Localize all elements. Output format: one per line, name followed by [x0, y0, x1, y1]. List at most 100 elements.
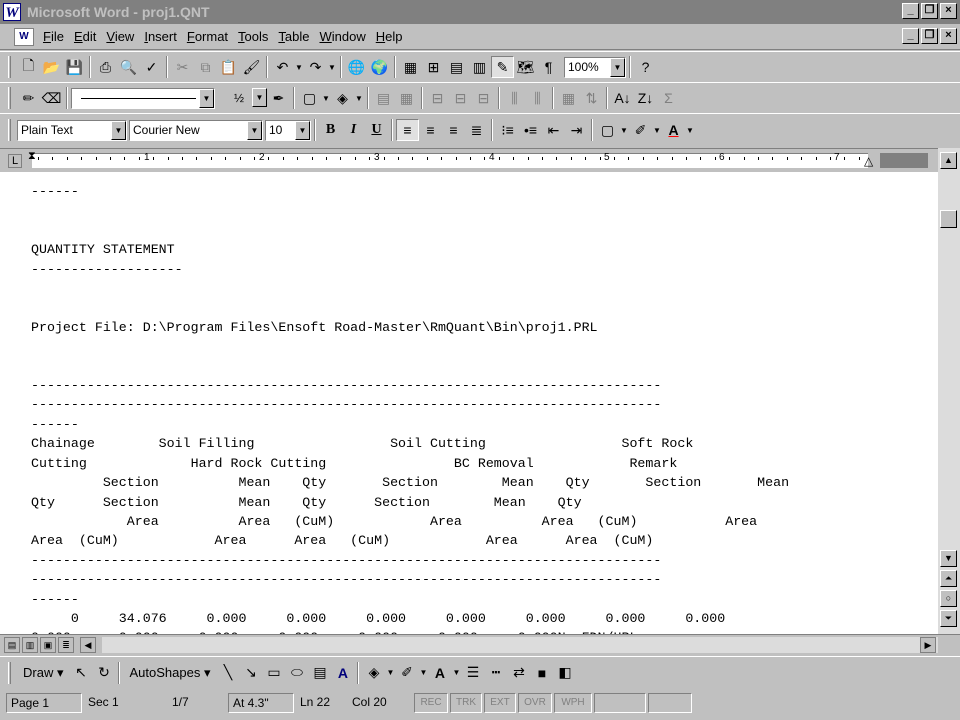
web-layout-icon[interactable]: ▥: [22, 637, 38, 653]
redo-icon[interactable]: ↷: [304, 56, 327, 78]
select-browse-object-icon[interactable]: ○: [940, 590, 957, 607]
spelling-icon[interactable]: ✓: [140, 56, 163, 78]
menu-view[interactable]: View: [101, 29, 139, 44]
free-rotate-icon[interactable]: ↻: [92, 662, 115, 684]
distribute-columns-icon[interactable]: ⫼: [526, 87, 549, 109]
fill-color-icon[interactable]: ◈: [362, 662, 385, 684]
border-color-icon[interactable]: ✒: [267, 87, 290, 109]
draw-table-icon[interactable]: ✏: [17, 87, 40, 109]
chevron-down-icon[interactable]: ▼: [295, 120, 310, 140]
chevron-down-icon[interactable]: ▼: [451, 662, 461, 684]
bold-button[interactable]: B: [319, 119, 342, 141]
font-select[interactable]: Courier New ▼: [129, 119, 263, 141]
align-top-icon[interactable]: ⊟: [449, 87, 472, 109]
hyperlink-icon[interactable]: 🌐: [345, 56, 368, 78]
status-rec[interactable]: REC: [414, 693, 448, 713]
format-painter-icon[interactable]: 🖌: [240, 56, 263, 78]
status-ovr[interactable]: OVR: [518, 693, 552, 713]
vertical-scrollbar[interactable]: ▲ ▼ ⏶ ○ ⏷: [938, 148, 960, 634]
previous-page-icon[interactable]: ⏶: [940, 570, 957, 587]
tab-selector-icon[interactable]: L: [8, 154, 22, 168]
paste-icon[interactable]: 📋: [217, 56, 240, 78]
scroll-left-icon[interactable]: ◀: [80, 637, 96, 653]
chevron-down-icon[interactable]: ▼: [252, 87, 267, 107]
print-layout-icon[interactable]: ▣: [40, 637, 56, 653]
word-app-icon[interactable]: W: [3, 3, 21, 21]
menu-format[interactable]: Format: [182, 29, 233, 44]
sort-ascending-icon[interactable]: A↓: [611, 87, 634, 109]
font-color-icon[interactable]: A: [662, 119, 685, 141]
outline-view-icon[interactable]: ≣: [58, 637, 74, 653]
save-icon[interactable]: 💾: [63, 56, 86, 78]
line-style-icon[interactable]: ☰: [461, 662, 484, 684]
minimize-button[interactable]: _: [902, 3, 919, 19]
highlight-icon[interactable]: ✐: [629, 119, 652, 141]
cut-icon[interactable]: ✂: [171, 56, 194, 78]
columns-icon[interactable]: ▥: [468, 56, 491, 78]
menu-window[interactable]: Window: [314, 29, 370, 44]
insert-table-icon[interactable]: ⊞: [422, 56, 445, 78]
distribute-rows-icon[interactable]: ⫼: [503, 87, 526, 109]
status-trk[interactable]: TRK: [450, 693, 482, 713]
style-select[interactable]: Plain Text ▼: [17, 119, 127, 141]
scroll-right-icon[interactable]: ▶: [920, 637, 936, 653]
eraser-icon[interactable]: ⌫: [40, 87, 63, 109]
increase-indent-icon[interactable]: ⇥: [565, 119, 588, 141]
align-left-icon[interactable]: ≡: [396, 119, 419, 141]
font-color-icon[interactable]: A: [428, 662, 451, 684]
document-area[interactable]: ------ QUANTITY STATEMENT --------------…: [0, 172, 938, 634]
insert-table-icon[interactable]: ▤: [372, 87, 395, 109]
first-line-indent-icon[interactable]: ⧗: [28, 150, 36, 163]
scroll-down-icon[interactable]: ▼: [940, 550, 957, 567]
autoshapes-menu-button[interactable]: AutoShapes ▾: [123, 665, 216, 681]
menu-help[interactable]: Help: [371, 29, 408, 44]
drawing-icon[interactable]: ✎: [491, 56, 514, 78]
shadow-icon[interactable]: ■: [530, 662, 553, 684]
3d-icon[interactable]: ◧: [553, 662, 576, 684]
chevron-down-icon[interactable]: ▼: [610, 57, 625, 77]
sort-descending-icon[interactable]: Z↓: [634, 87, 657, 109]
toolbar-grip[interactable]: [8, 56, 11, 78]
decrease-indent-icon[interactable]: ⇤: [542, 119, 565, 141]
document-icon[interactable]: W: [14, 27, 34, 46]
horizontal-ruler[interactable]: L ⧗ 1 2 3 4 5 6 7 △: [0, 148, 938, 172]
chevron-down-icon[interactable]: ▼: [652, 119, 662, 141]
line-color-icon[interactable]: ✐: [395, 662, 418, 684]
wordart-icon[interactable]: A: [331, 662, 354, 684]
web-toolbar-icon[interactable]: 🌍: [368, 56, 391, 78]
justify-icon[interactable]: ≣: [465, 119, 488, 141]
line-style-select[interactable]: ▼: [71, 87, 215, 109]
print-icon[interactable]: ⎙: [94, 56, 117, 78]
next-page-icon[interactable]: ⏷: [940, 610, 957, 627]
draw-menu-button[interactable]: Draw ▾: [17, 665, 69, 681]
restore-button[interactable]: ❐: [921, 3, 938, 19]
align-center-icon[interactable]: ≡: [419, 119, 442, 141]
menu-table[interactable]: Table: [273, 29, 314, 44]
toolbar-grip[interactable]: [8, 87, 11, 109]
chevron-down-icon[interactable]: ▼: [354, 87, 364, 109]
chevron-down-icon[interactable]: ▼: [199, 88, 214, 108]
zoom-select[interactable]: 100% ▼: [564, 56, 626, 78]
insert-excel-icon[interactable]: ▤: [445, 56, 468, 78]
toolbar-grip[interactable]: [8, 119, 11, 141]
italic-button[interactable]: I: [342, 119, 365, 141]
numbering-icon[interactable]: ⁝≡: [496, 119, 519, 141]
scroll-up-icon[interactable]: ▲: [940, 152, 957, 169]
chevron-down-icon[interactable]: ▼: [619, 119, 629, 141]
autosum-icon[interactable]: Σ: [657, 87, 680, 109]
merge-cells-icon[interactable]: ▦: [395, 87, 418, 109]
show-hide-icon[interactable]: ¶: [537, 56, 560, 78]
arrow-icon[interactable]: ↘: [239, 662, 262, 684]
chevron-down-icon[interactable]: ▼: [385, 662, 395, 684]
underline-button[interactable]: U: [365, 119, 388, 141]
document-text[interactable]: ------ QUANTITY STATEMENT --------------…: [31, 182, 789, 634]
dash-style-icon[interactable]: ┅: [484, 662, 507, 684]
chevron-down-icon[interactable]: ▼: [247, 120, 262, 140]
line-weight-select[interactable]: ½ ▼: [219, 87, 267, 109]
chevron-down-icon[interactable]: ▼: [321, 87, 331, 109]
redo-dropdown-icon[interactable]: ▼: [327, 56, 337, 78]
font-size-select[interactable]: 10 ▼: [265, 119, 311, 141]
line-icon[interactable]: ╲: [216, 662, 239, 684]
rectangle-icon[interactable]: ▭: [262, 662, 285, 684]
menu-file[interactable]: File: [38, 29, 69, 44]
